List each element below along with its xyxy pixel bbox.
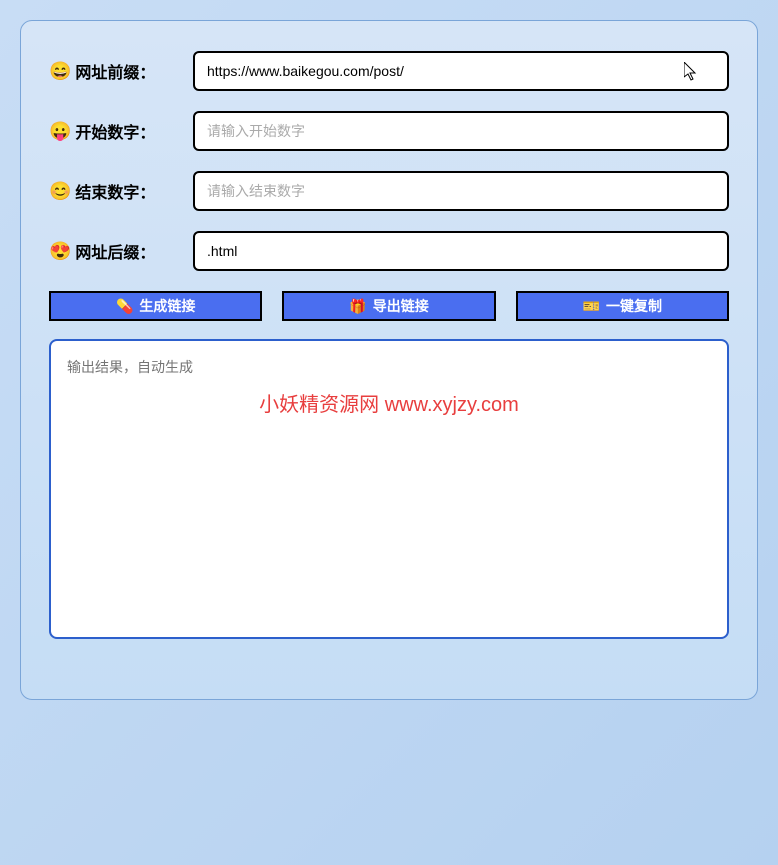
- grin-emoji-icon: 😄: [49, 62, 71, 80]
- suffix-label-group: 😍 网址后缀：: [49, 239, 177, 263]
- copy-button-label: 一键复制: [606, 296, 662, 316]
- generate-button[interactable]: 💊 生成链接: [49, 291, 262, 321]
- start-label: 开始数字：: [75, 119, 155, 143]
- suffix-input[interactable]: [193, 231, 729, 271]
- end-label-group: 😊 结束数字：: [49, 179, 177, 203]
- smile-emoji-icon: 😊: [49, 182, 71, 200]
- prefix-row: 😄 网址前缀：: [49, 51, 729, 91]
- copy-button[interactable]: 🎫 一键复制: [516, 291, 729, 321]
- heart-eyes-emoji-icon: 😍: [49, 242, 71, 260]
- end-row: 😊 结束数字：: [49, 171, 729, 211]
- suffix-label: 网址后缀：: [75, 239, 155, 263]
- tongue-emoji-icon: 😛: [49, 122, 71, 140]
- button-row: 💊 生成链接 🎁 导出链接 🎫 一键复制: [49, 291, 729, 321]
- generate-button-label: 生成链接: [139, 296, 195, 316]
- prefix-input[interactable]: [193, 51, 729, 91]
- start-label-group: 😛 开始数字：: [49, 119, 177, 143]
- main-panel: 😄 网址前缀： 😛 开始数字： 😊 结束数字： 😍 网址后缀： 💊 生成链接: [20, 20, 758, 700]
- start-row: 😛 开始数字：: [49, 111, 729, 151]
- end-input[interactable]: [193, 171, 729, 211]
- export-button-label: 导出链接: [373, 296, 429, 316]
- ticket-icon: 🎫: [583, 298, 600, 315]
- pill-icon: 💊: [116, 298, 133, 315]
- output-textarea[interactable]: [49, 339, 729, 639]
- gift-icon: 🎁: [349, 298, 366, 315]
- export-button[interactable]: 🎁 导出链接: [282, 291, 495, 321]
- end-label: 结束数字：: [75, 179, 155, 203]
- suffix-row: 😍 网址后缀：: [49, 231, 729, 271]
- prefix-label: 网址前缀：: [75, 59, 155, 83]
- start-input[interactable]: [193, 111, 729, 151]
- prefix-label-group: 😄 网址前缀：: [49, 59, 177, 83]
